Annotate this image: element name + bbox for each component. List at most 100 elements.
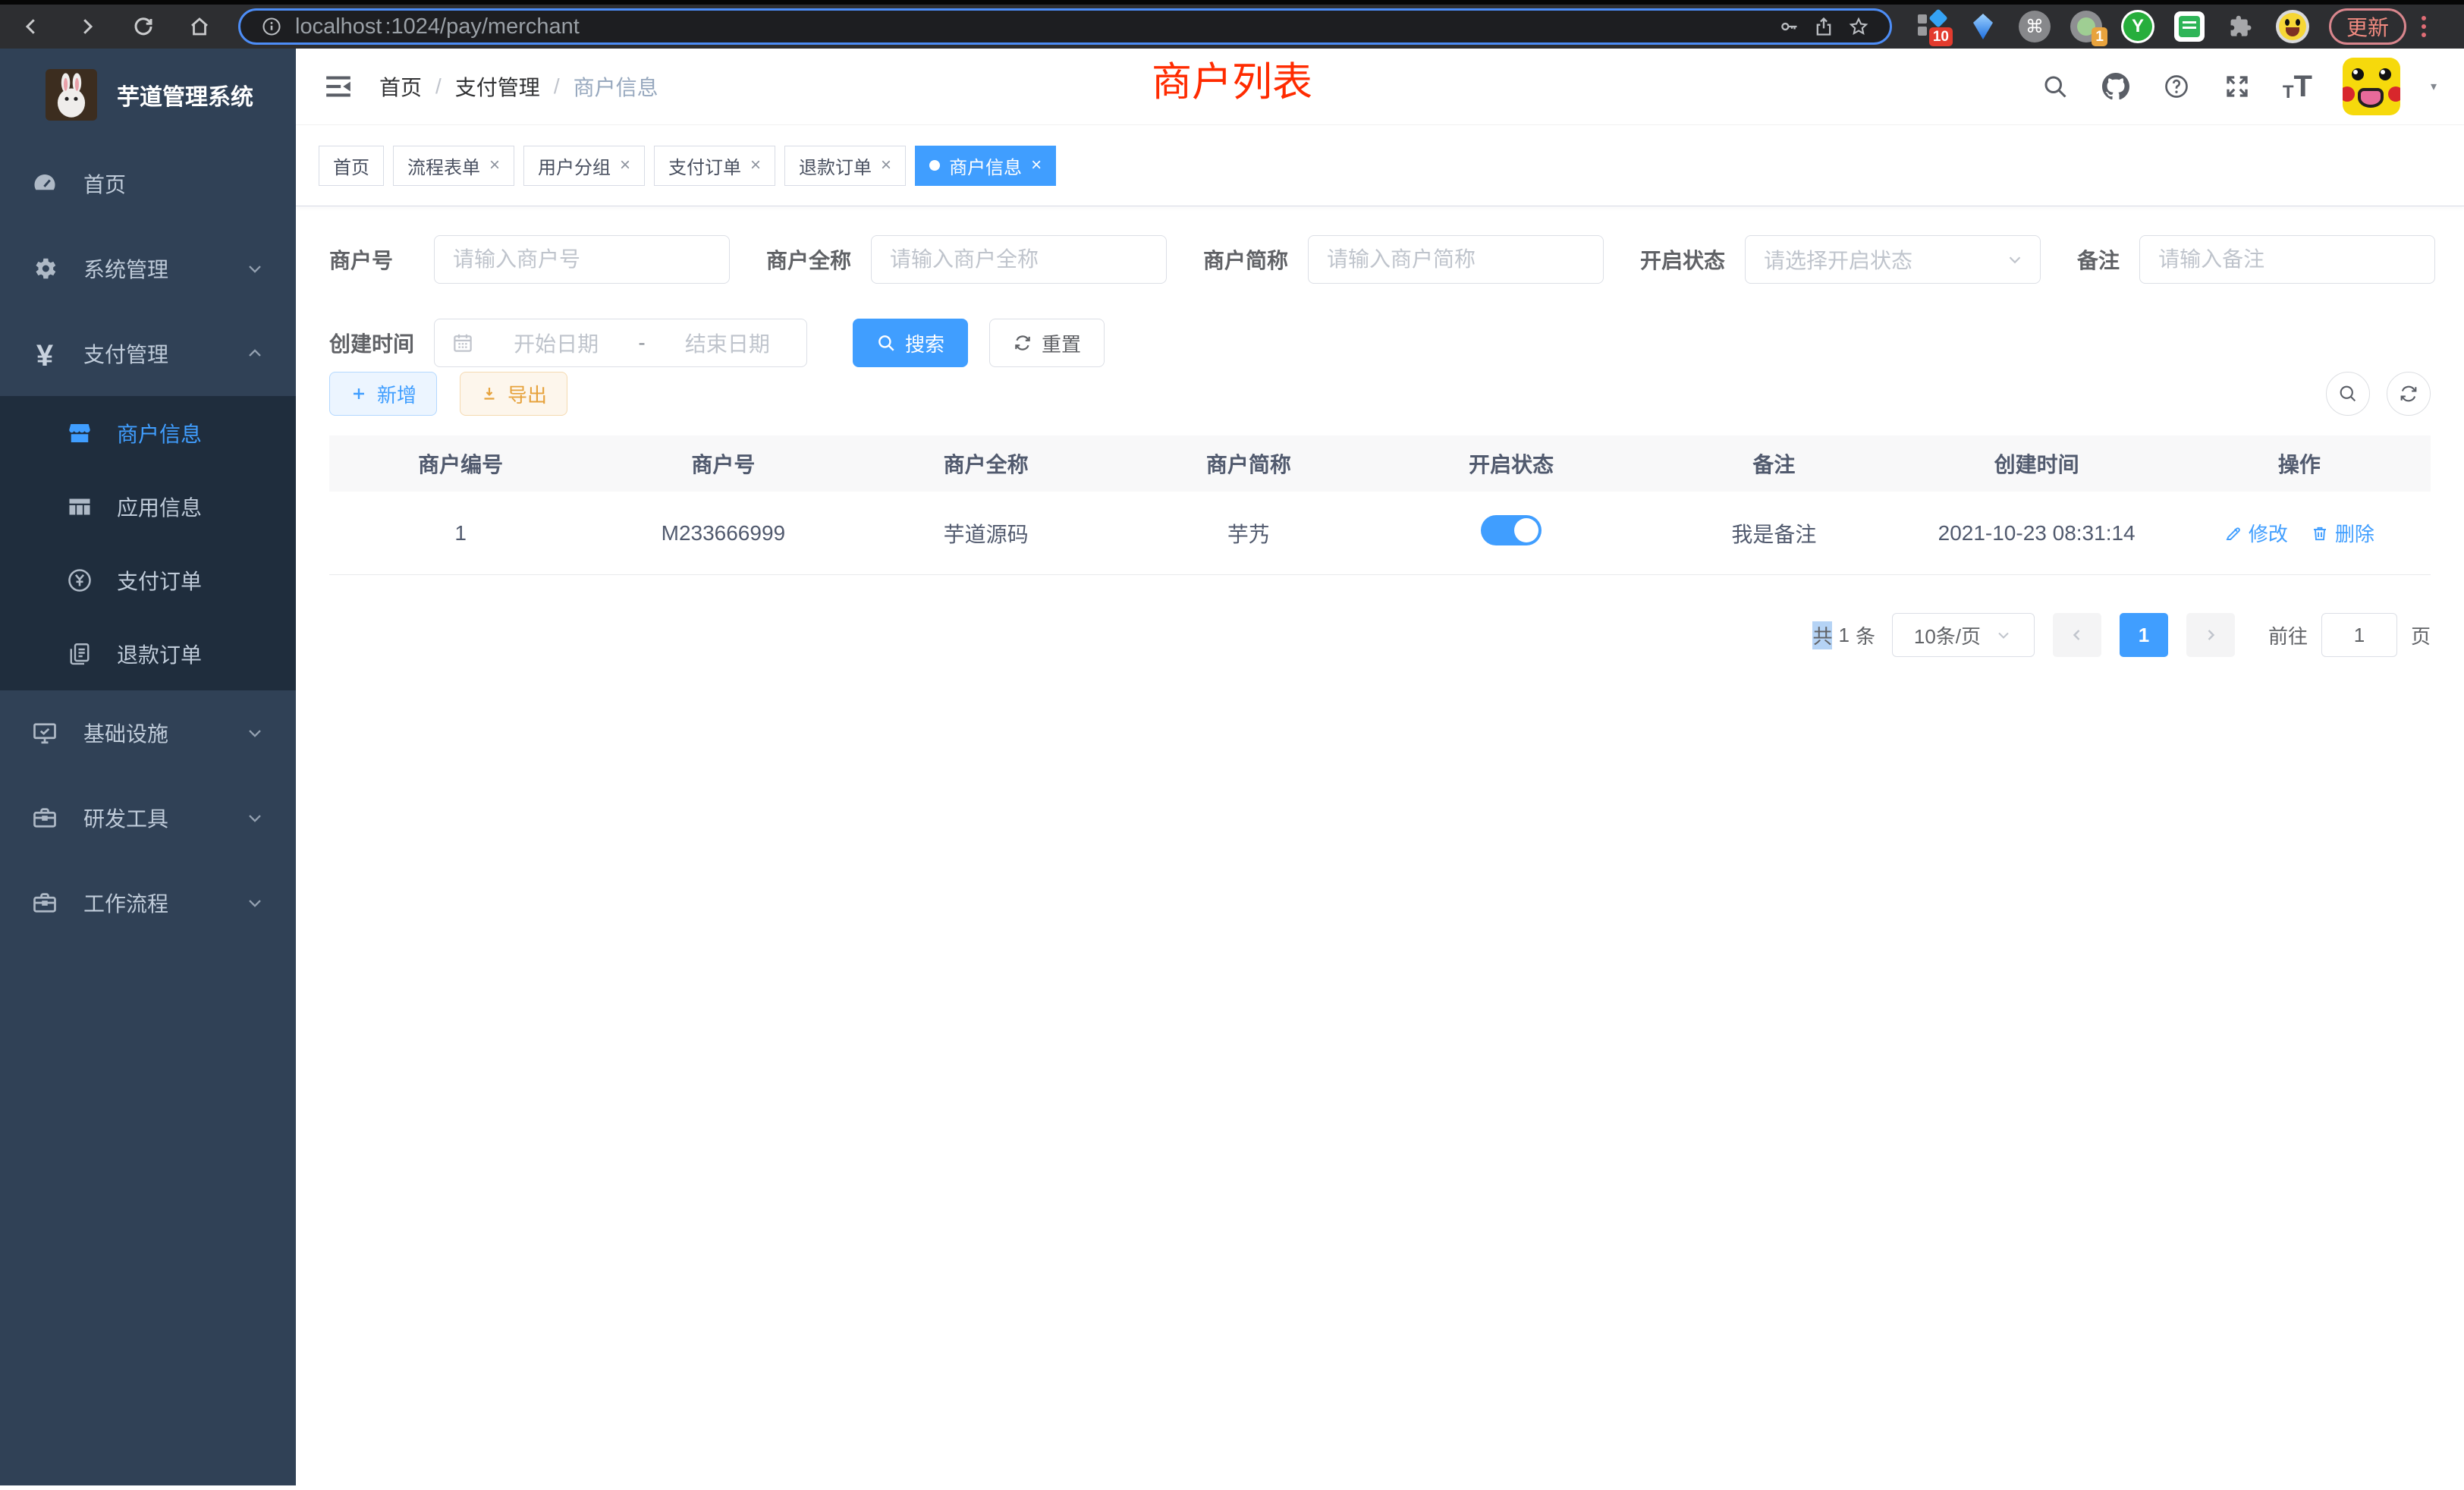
- monitor-icon: [30, 718, 59, 747]
- reload-icon[interactable]: [130, 14, 156, 39]
- fullscreen-icon[interactable]: [2222, 71, 2252, 102]
- breadcrumb-home[interactable]: 首页: [379, 71, 422, 102]
- table-toolbar: 新增 导出: [296, 372, 2464, 416]
- status-select[interactable]: 请选择开启状态: [1745, 235, 2041, 284]
- browser-update-button[interactable]: 更新: [2329, 8, 2406, 45]
- browser-chrome: localhost:1024/pay/merchant 10 ⌘ 1 Y 更新: [0, 0, 2464, 49]
- goto-page-input[interactable]: [2321, 613, 2397, 657]
- extensions-puzzle-icon[interactable]: [2224, 10, 2258, 43]
- sidebar-item-payment[interactable]: ¥ 支付管理: [0, 311, 296, 396]
- calendar-icon: [451, 332, 474, 354]
- next-page-button[interactable]: [2186, 613, 2235, 657]
- font-size-icon[interactable]: TT: [2283, 71, 2312, 102]
- sidebar-item-pay-order[interactable]: 支付订单: [0, 543, 296, 617]
- tab-merchant-info[interactable]: 商户信息 ×: [915, 146, 1056, 186]
- sidebar-collapse-icon[interactable]: [323, 71, 354, 102]
- breadcrumb-payment[interactable]: 支付管理: [455, 71, 540, 102]
- remark-input[interactable]: [2139, 235, 2435, 284]
- page-number-1[interactable]: 1: [2120, 613, 2168, 657]
- tab-home[interactable]: 首页: [319, 146, 384, 186]
- table-row: 1 M233666999 芋道源码 芋艿 我是备注 2021-10-23 08:…: [329, 492, 2431, 575]
- close-icon[interactable]: ×: [750, 155, 761, 176]
- short-name-label: 商户简称: [1203, 244, 1288, 275]
- chevron-up-icon: [244, 343, 266, 364]
- sidebar-item-dev-tools[interactable]: 研发工具: [0, 775, 296, 860]
- edit-link[interactable]: 修改: [2224, 519, 2288, 547]
- app-title: 芋道管理系统: [117, 78, 253, 112]
- extension-command-icon[interactable]: ⌘: [2018, 10, 2051, 43]
- merchant-no-input[interactable]: [434, 235, 730, 284]
- full-name-input[interactable]: [871, 235, 1167, 284]
- chevron-down-icon: [244, 258, 266, 279]
- page-size-select[interactable]: 10条/页: [1892, 613, 2035, 657]
- close-icon[interactable]: ×: [489, 155, 500, 176]
- tab-pay-order[interactable]: 支付订单 ×: [654, 146, 775, 186]
- close-icon[interactable]: ×: [881, 155, 891, 176]
- refresh-button[interactable]: [2387, 372, 2431, 416]
- sidebar-item-refund-order[interactable]: 退款订单: [0, 617, 296, 690]
- extensions-row: 10 ⌘ 1 Y: [1915, 10, 2309, 43]
- tab-user-group[interactable]: 用户分组 ×: [523, 146, 645, 186]
- status-toggle[interactable]: [1481, 515, 1542, 545]
- pagination: 共 1 条 10条/页 1 前往 页: [329, 613, 2431, 657]
- toggle-search-button[interactable]: [2326, 372, 2370, 416]
- extension-badge: 10: [1929, 27, 1953, 46]
- github-icon[interactable]: [2101, 71, 2131, 102]
- extension-y-icon[interactable]: Y: [2121, 10, 2154, 43]
- prev-page-button[interactable]: [2053, 613, 2101, 657]
- sidebar: 芋道管理系统 首页 系统管理 ¥ 支付管理 商户信息: [0, 49, 296, 1485]
- cell-remark: 我是备注: [1642, 518, 1905, 549]
- forward-icon[interactable]: [74, 14, 100, 39]
- sidebar-item-merchant-info[interactable]: 商户信息: [0, 396, 296, 470]
- annotation-merchant-list: 商户列表: [1152, 50, 1312, 108]
- password-key-icon[interactable]: [1777, 15, 1800, 38]
- home-icon[interactable]: [187, 14, 212, 39]
- breadcrumb: 首页 / 支付管理 / 商户信息: [379, 71, 658, 102]
- sidebar-item-infra[interactable]: 基础设施: [0, 690, 296, 775]
- close-icon[interactable]: ×: [1031, 155, 1042, 176]
- search-icon[interactable]: [2040, 71, 2070, 102]
- navbar: 首页 / 支付管理 / 商户信息 TT: [296, 49, 2464, 125]
- extension-emoji-icon[interactable]: [2276, 10, 2309, 43]
- extension-tasks-icon[interactable]: 10: [1915, 10, 1948, 43]
- bookmark-star-icon[interactable]: [1847, 15, 1870, 38]
- cell-merchant-no: M233666999: [592, 521, 854, 545]
- toolbox-icon: [30, 803, 59, 832]
- remark-label: 备注: [2077, 244, 2120, 275]
- help-icon[interactable]: [2161, 71, 2192, 102]
- cell-short-name: 芋艿: [1117, 518, 1380, 549]
- tab-refund-order[interactable]: 退款订单 ×: [784, 146, 906, 186]
- add-button[interactable]: 新增: [329, 372, 437, 416]
- create-time-range-picker[interactable]: 开始日期 - 结束日期: [434, 319, 807, 367]
- sidebar-item-system[interactable]: 系统管理: [0, 226, 296, 311]
- export-button[interactable]: 导出: [460, 372, 567, 416]
- avatar[interactable]: [2343, 58, 2400, 115]
- short-name-input[interactable]: [1308, 235, 1604, 284]
- share-icon[interactable]: [1812, 15, 1835, 38]
- sidebar-item-home[interactable]: 首页: [0, 141, 296, 226]
- sidebar-item-workflow[interactable]: 工作流程: [0, 860, 296, 945]
- extension-status-icon[interactable]: 1: [2070, 10, 2103, 43]
- start-date-placeholder: 开始日期: [494, 328, 618, 358]
- url-bar[interactable]: localhost:1024/pay/merchant: [238, 8, 1892, 45]
- yuan-icon: ¥: [30, 339, 59, 368]
- cell-create-time: 2021-10-23 08:31:14: [1906, 521, 2168, 545]
- back-icon[interactable]: [18, 14, 44, 39]
- cell-merchant-id: 1: [329, 521, 592, 545]
- close-icon[interactable]: ×: [620, 155, 630, 176]
- chevron-down-icon: [244, 807, 266, 828]
- extension-notes-icon[interactable]: [2173, 10, 2206, 43]
- chevron-down-icon: [244, 892, 266, 913]
- sidebar-logo[interactable]: 芋道管理系统: [0, 49, 296, 141]
- sidebar-item-app-info[interactable]: 应用信息: [0, 470, 296, 543]
- reset-button[interactable]: 重置: [989, 319, 1105, 367]
- tab-process-form[interactable]: 流程表单 ×: [393, 146, 514, 186]
- site-info-icon[interactable]: [260, 15, 283, 38]
- browser-menu-icon[interactable]: [2422, 16, 2426, 37]
- chevron-down-icon: [2005, 250, 2025, 269]
- delete-link[interactable]: 删除: [2311, 519, 2374, 547]
- extension-gem-icon[interactable]: [1966, 10, 2000, 43]
- search-button[interactable]: 搜索: [853, 319, 968, 367]
- chevron-down-icon: [244, 722, 266, 743]
- user-caret-icon[interactable]: ▾: [2431, 79, 2437, 94]
